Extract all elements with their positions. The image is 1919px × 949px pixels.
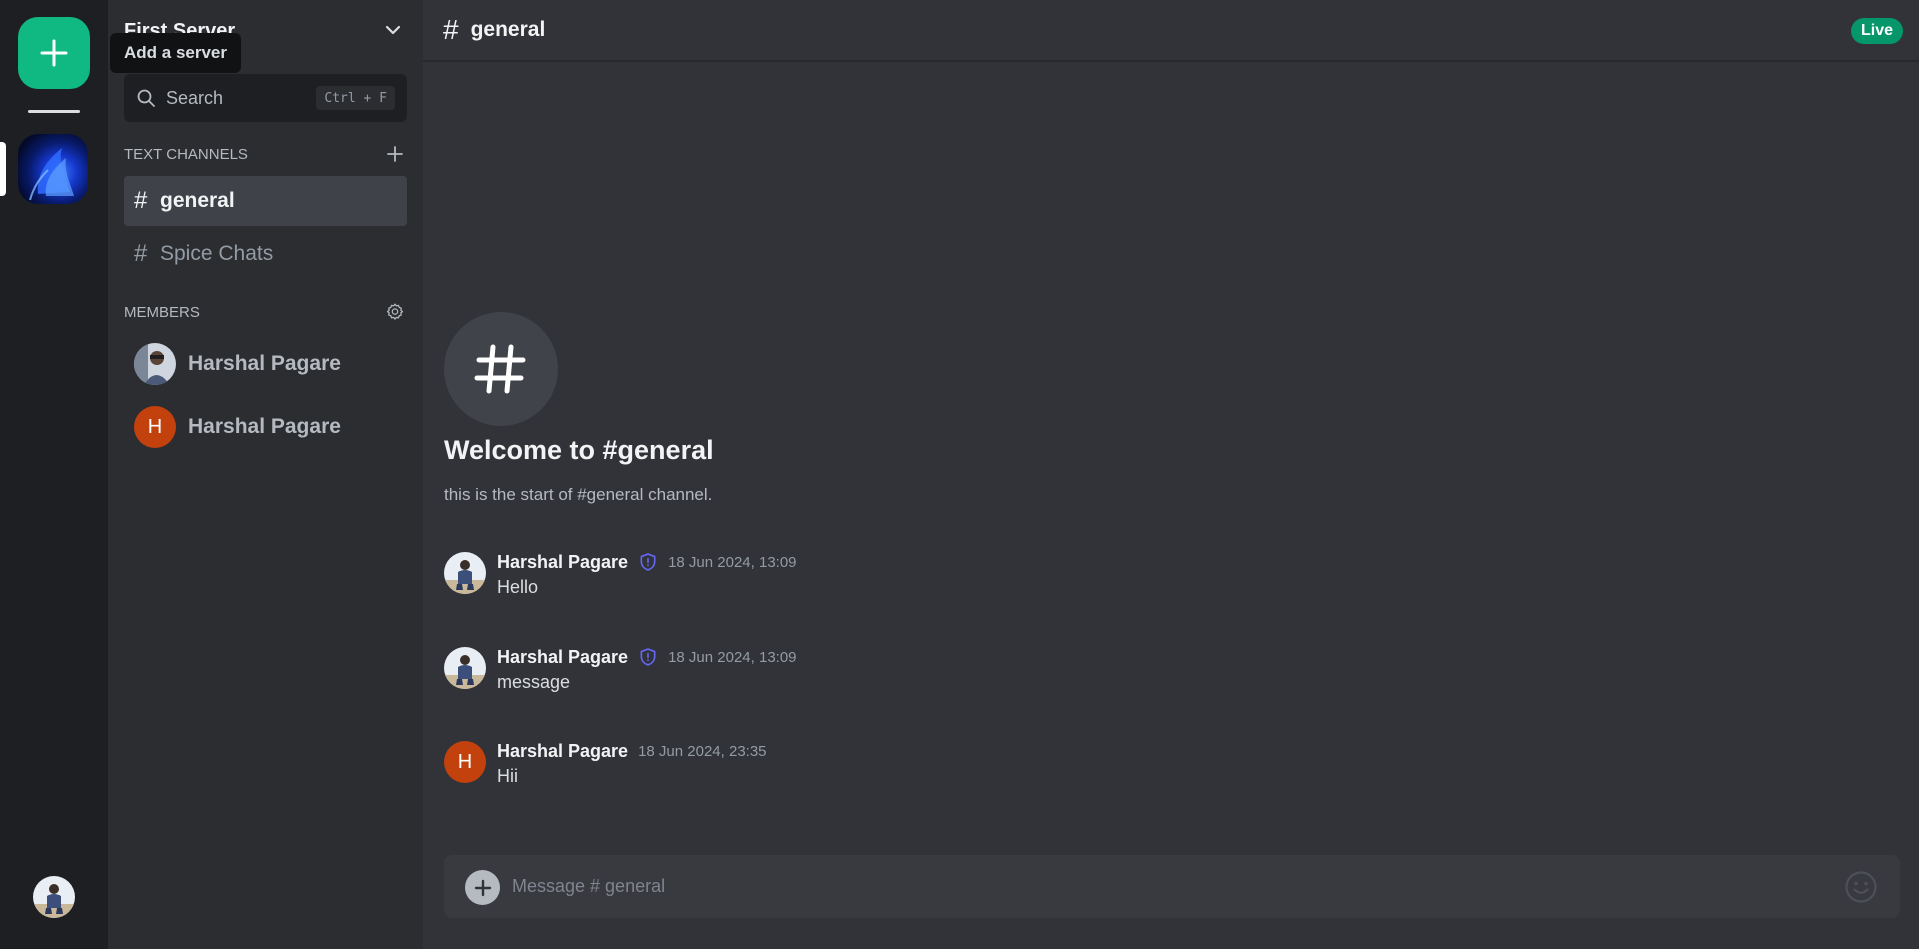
members-section: MEMBERS [124, 302, 407, 322]
channel-name: Spice Chats [160, 242, 274, 265]
search-icon [137, 89, 155, 107]
member-item[interactable]: H Harshal Pagare [134, 404, 404, 450]
avatar-letter: H [134, 406, 176, 448]
avatar-letter: H [444, 741, 486, 783]
manage-members-button[interactable] [383, 300, 407, 324]
current-user-avatar[interactable] [33, 876, 75, 918]
welcome-hashtag-icon [444, 312, 558, 426]
active-server-indicator [0, 142, 6, 196]
emoji-icon[interactable] [1844, 870, 1878, 904]
message-header: Harshal Pagare 18 Jun 2024, 23:35 [497, 739, 767, 763]
member-name: Harshal Pagare [188, 415, 341, 438]
avatar[interactable] [444, 647, 486, 689]
attach-file-button[interactable] [465, 870, 500, 905]
add-server-tooltip: Add a server [110, 33, 241, 73]
message-author[interactable]: Harshal Pagare [497, 647, 628, 668]
channel-sidebar: First Server Search Ctrl + F TEXT CHANNE… [108, 0, 423, 949]
welcome-title: Welcome to #general [444, 435, 714, 465]
hashtag-icon: # [134, 240, 148, 267]
shield-alert-icon [640, 553, 656, 571]
message-item: H Harshal Pagare 18 Jun 2024, 23:35 Hii [444, 739, 1444, 799]
message-content: Hii [497, 766, 518, 786]
channel-item-general[interactable]: # general [124, 176, 407, 226]
message-header: Harshal Pagare 18 Jun 2024, 13:09 [497, 550, 797, 574]
text-channels-section: TEXT CHANNELS [124, 144, 407, 164]
member-name: Harshal Pagare [188, 352, 341, 375]
members-title: MEMBERS [124, 303, 200, 321]
server-image [29, 148, 74, 201]
create-channel-button[interactable] [383, 142, 407, 166]
channel-item-spice-chats[interactable]: # Spice Chats [124, 229, 407, 279]
message-content: message [497, 672, 571, 692]
message-header: Harshal Pagare 18 Jun 2024, 13:09 [497, 645, 797, 669]
search-shortcut: Ctrl + F [316, 86, 395, 110]
member-item[interactable]: Harshal Pagare [134, 341, 404, 387]
live-status-badge: Live [1850, 18, 1903, 44]
plus-icon [474, 879, 491, 896]
hashtag-icon: # [443, 14, 459, 45]
channel-header: # general Live [423, 0, 1919, 62]
channel-title: general [470, 18, 546, 41]
message-author[interactable]: Harshal Pagare [497, 552, 628, 573]
chevron-down-icon[interactable] [383, 20, 403, 40]
avatar[interactable]: H [444, 741, 486, 783]
message-composer [444, 855, 1900, 918]
chat-area: # general Live Welcome to #general this … [423, 0, 1919, 949]
plus-icon [387, 146, 403, 162]
server-icon-first-server[interactable] [18, 134, 88, 204]
plus-icon [40, 39, 68, 67]
message-item: Harshal Pagare 18 Jun 2024, 13:09 Hello [444, 550, 1444, 610]
server-rail [0, 0, 108, 949]
message-timestamp: 18 Jun 2024, 13:09 [668, 553, 797, 571]
avatar [134, 343, 176, 385]
channel-name: general [160, 189, 235, 212]
text-channels-title: TEXT CHANNELS [124, 145, 248, 163]
search-button[interactable]: Search Ctrl + F [124, 74, 407, 122]
message-content: Hello [497, 577, 539, 597]
message-timestamp: 18 Jun 2024, 23:35 [638, 742, 767, 760]
message-timestamp: 18 Jun 2024, 13:09 [668, 648, 797, 666]
search-label: Search [166, 87, 224, 108]
shield-alert-icon [640, 648, 656, 666]
message-item: Harshal Pagare 18 Jun 2024, 13:09 messag… [444, 645, 1444, 705]
avatar[interactable] [444, 552, 486, 594]
message-author[interactable]: Harshal Pagare [497, 741, 628, 762]
avatar: H [134, 406, 176, 448]
rail-separator [28, 110, 80, 113]
message-input[interactable] [512, 855, 1812, 918]
add-server-button[interactable] [18, 17, 90, 89]
hashtag-icon: # [134, 187, 148, 214]
gear-icon [386, 303, 404, 320]
welcome-subtitle: this is the start of #general channel. [444, 485, 713, 504]
